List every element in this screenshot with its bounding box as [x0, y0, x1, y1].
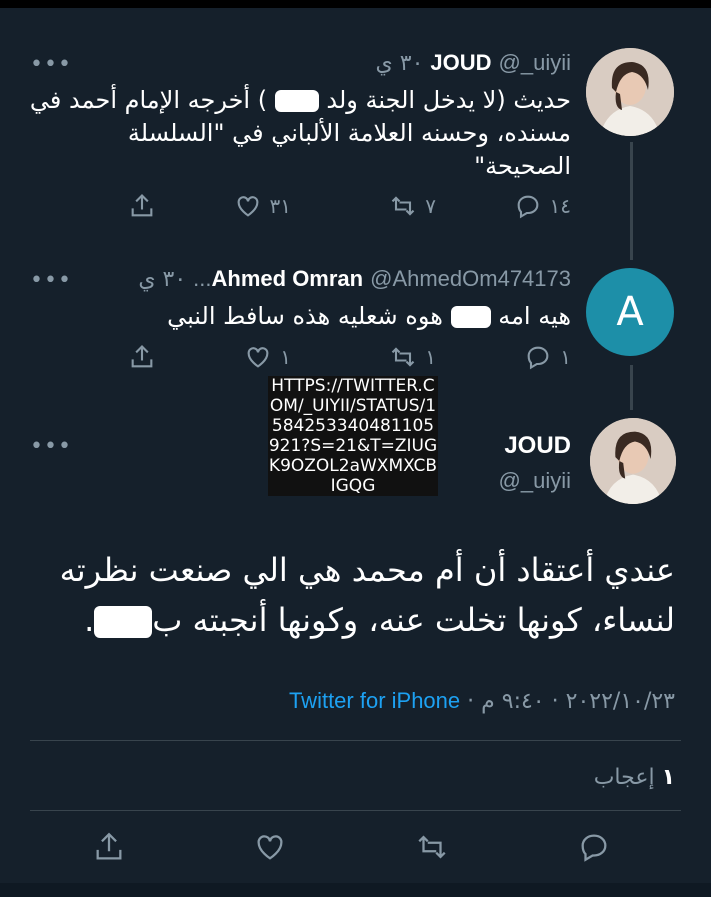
retweet-button[interactable]: ١: [389, 343, 436, 371]
tweet-header: JOUD @_uiyii ٣٠ ي: [376, 50, 571, 76]
bottom-edge: [0, 883, 711, 897]
share-icon: [131, 194, 153, 217]
divider: [30, 810, 681, 811]
share-button[interactable]: [128, 192, 156, 220]
reply-button[interactable]: ١٤: [514, 192, 571, 220]
tweet-header: Ahmed Omran @AhmedOm474173... ٣٠ ي: [138, 266, 571, 292]
more-options-icon[interactable]: •••: [30, 436, 72, 458]
tweet-text-part: عندي أعتقاد أن أم محمد هي الي صنعت نظرته…: [59, 551, 675, 639]
retweet-button[interactable]: ٧: [389, 192, 436, 220]
like-button[interactable]: ٣١: [234, 192, 291, 220]
tweet-text-part: حديث (لا يدخل الجنة ولد: [326, 86, 571, 114]
like-button[interactable]: ١: [244, 343, 291, 371]
divider: [30, 740, 681, 741]
tweet-text-part: .: [84, 601, 95, 639]
redaction-box: [274, 90, 319, 112]
avatar-photo: [586, 48, 674, 136]
heart-icon: [247, 347, 269, 368]
display-name[interactable]: JOUD: [504, 432, 571, 460]
tweet-text: هيه امه هوه شعليه هذه سافط النبي: [167, 300, 571, 333]
tweet-source-link[interactable]: Twitter for iPhone: [289, 688, 460, 713]
avatar-photo: [590, 418, 676, 504]
retweet-count: ٧: [425, 194, 436, 218]
redaction-box: [94, 606, 153, 638]
avatar-letter: A: [616, 289, 644, 335]
timestamp[interactable]: ٣٠ ي: [376, 51, 424, 76]
avatar[interactable]: [590, 418, 676, 504]
more-options-icon[interactable]: •••: [30, 54, 72, 76]
reply-icon: [517, 195, 538, 219]
separator: ·: [551, 689, 559, 714]
likes-summary[interactable]: ١ إعجاب: [594, 765, 675, 790]
like-count: ٣١: [269, 194, 291, 218]
tweet-text-part: هوه شعليه هذه سافط النبي: [167, 302, 443, 330]
share-button[interactable]: [128, 343, 156, 371]
like-count: ١: [280, 345, 291, 369]
reply-count: ١: [560, 345, 571, 369]
tweet-text-part: هيه امه: [498, 302, 571, 330]
retweet-icon: [392, 347, 415, 367]
tweet-meta: ٢٠٢٢/١٠/٢٣ · ٩:٤٠ م · Twitter for iPhone: [289, 688, 675, 714]
avatar[interactable]: [586, 48, 674, 136]
tweet-actions: ١٤ ٧ ٣١: [0, 192, 711, 226]
tweet-time[interactable]: ٩:٤٠ م: [481, 689, 545, 714]
tweet-actions: ١ ١ ١: [0, 343, 711, 377]
main-tweet-text: عندي أعتقاد أن أم محمد هي الي صنعت نظرته…: [25, 545, 675, 645]
likes-label: إعجاب: [593, 765, 655, 790]
likes-count: ١: [661, 765, 675, 790]
share-icon: [131, 345, 153, 368]
more-options-icon[interactable]: •••: [30, 270, 72, 292]
share-icon[interactable]: [92, 830, 126, 864]
heart-icon: [237, 196, 258, 217]
display-name[interactable]: JOUD: [430, 50, 491, 75]
timestamp[interactable]: ٣٠ ي: [138, 267, 186, 292]
retweet-icon: [392, 196, 415, 216]
user-handle[interactable]: @_uiyii: [499, 468, 571, 494]
retweet-icon[interactable]: [415, 830, 449, 864]
top-edge: [0, 0, 711, 8]
separator: ·: [467, 689, 475, 714]
reply-icon[interactable]: [577, 830, 611, 864]
url-overlay: HTTPS://TWITTER.COM/_UIYII/STATUS/158425…: [268, 376, 438, 496]
tweet-date[interactable]: ٢٠٢٢/١٠/٢٣: [566, 689, 675, 714]
reply-icon: [527, 346, 549, 370]
reply-count: ١٤: [549, 194, 571, 218]
reply-button[interactable]: ١: [524, 343, 571, 371]
tweet-text: حديث (لا يدخل الجنة ولد ) أخرجه الإمام أ…: [26, 84, 571, 183]
user-handle[interactable]: @_uiyii: [499, 50, 571, 75]
retweet-count: ١: [425, 345, 436, 369]
display-name[interactable]: Ahmed Omran: [212, 266, 364, 291]
heart-icon[interactable]: [253, 830, 287, 864]
redaction-box: [450, 306, 491, 328]
